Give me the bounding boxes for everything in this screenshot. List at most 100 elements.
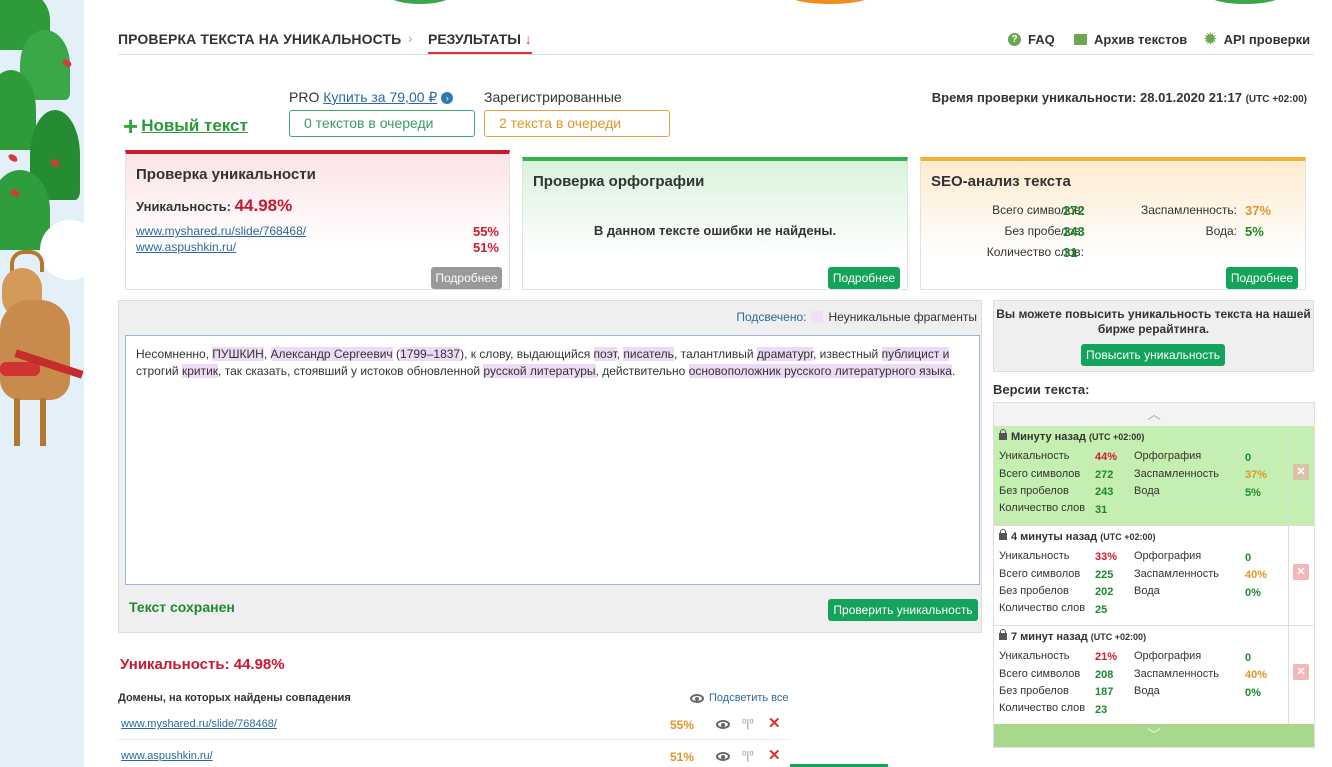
version-label: Вода — [1134, 585, 1160, 597]
domain-row: www.myshared.ru/slide/768468/ 55% ⁰|⁰ ✕ — [118, 710, 790, 740]
spelling-more-button[interactable]: Подробнее — [828, 267, 900, 289]
source-link[interactable]: www.myshared.ru/slide/768468/ — [136, 224, 306, 238]
arrow-right-icon[interactable]: › — [441, 92, 454, 105]
delete-icon[interactable]: ✕ — [1293, 564, 1309, 580]
seo-card-title: SEO-анализ текста — [931, 173, 1071, 190]
highlight-all-link[interactable]: Подсветить все — [690, 692, 789, 704]
version-side: ✕ — [1288, 626, 1314, 725]
seo-card: SEO-анализ текста Всего символов: 272 Бе… — [920, 157, 1306, 290]
highlighted-fragment: писатель — [623, 347, 674, 361]
plus-icon: + — [123, 111, 139, 141]
domain-link[interactable]: www.myshared.ru/slide/768468/ — [121, 718, 277, 730]
version-value: 21% — [1095, 651, 1118, 663]
version-value: 208 — [1095, 669, 1114, 681]
version-value: 187 — [1095, 686, 1114, 698]
pro-label: PRO Купить за 79,00 ₽ › — [289, 89, 454, 106]
text-fragment: , талантливый — [673, 347, 757, 361]
highlighted-fragment: драматург — [756, 347, 814, 361]
gear-icon: ✹ — [1204, 31, 1217, 48]
source-percent: 55% — [472, 224, 499, 239]
source-percent: 51% — [472, 240, 499, 255]
version-value: 44% — [1095, 451, 1118, 463]
new-text-button[interactable]: + Новый текст — [123, 111, 248, 141]
down-arrow-icon: ↓ — [524, 31, 532, 47]
text-fragment: , известный — [813, 347, 882, 361]
domain-link[interactable]: www.aspushkin.ru/ — [121, 750, 213, 762]
uniqueness-value: Уникальность: 44.98% — [136, 196, 293, 215]
version-label: Орфография — [1134, 550, 1202, 562]
pro-queue-box: 0 текстов в очереди — [289, 110, 475, 137]
version-value: 37% — [1245, 469, 1268, 481]
close-icon[interactable]: ✕ — [768, 714, 781, 732]
uniqueness-more-button[interactable]: Подробнее — [431, 267, 502, 289]
version-label: Орфография — [1134, 650, 1202, 662]
version-label: Уникальность — [999, 550, 1070, 562]
spelling-message: В данном тексте ошибки не найдены. — [593, 223, 837, 238]
seo-water-value: 5% — [1245, 224, 1264, 239]
seo-more-button[interactable]: Подробнее — [1226, 267, 1298, 289]
version-label: Всего символов — [999, 468, 1081, 480]
promo-panel: Вы можете повысить уникальность текста н… — [993, 300, 1314, 372]
uniqueness-card-title: Проверка уникальности — [136, 166, 316, 183]
archive-link[interactable]: Архив текстов — [1074, 32, 1187, 47]
seo-water-label: Вода: — [1205, 224, 1237, 238]
eye-icon[interactable] — [716, 717, 730, 732]
version-item[interactable]: 7 минут назад (UTC +02:00) Уникальность … — [994, 626, 1314, 726]
check-uniqueness-button[interactable]: Проверить уникальность — [828, 599, 978, 621]
text-fragment: , — [263, 347, 271, 361]
close-icon[interactable]: ✕ — [768, 746, 781, 764]
breadcrumb-check[interactable]: ПРОВЕРКА ТЕКСТА НА УНИКАЛЬНОСТЬ — [118, 31, 401, 47]
version-value: 243 — [1095, 486, 1114, 498]
text-editor[interactable]: Несомненно, ПУШКИН, Александр Сергеевич … — [125, 335, 980, 585]
version-item[interactable]: Минуту назад (UTC +02:00) Уникальность 4… — [994, 426, 1314, 526]
archive-icon — [1074, 34, 1087, 45]
domain-percent: 51% — [670, 750, 695, 764]
eye-icon[interactable] — [716, 749, 730, 764]
promo-text: Вы можете повысить уникальность текста н… — [996, 307, 1311, 336]
version-label: Без пробелов — [999, 585, 1069, 597]
version-value: 202 — [1095, 586, 1114, 598]
buy-pro-link[interactable]: Купить за 79,00 ₽ — [323, 89, 437, 105]
version-label: Количество слов — [999, 602, 1086, 614]
version-value: 5% — [1245, 487, 1261, 499]
delete-icon[interactable]: ✕ — [1293, 464, 1309, 480]
version-item[interactable]: 4 минуты назад (UTC +02:00) Уникальность… — [994, 526, 1314, 626]
delete-icon[interactable]: ✕ — [1293, 664, 1309, 680]
text-fragment: ), к слову, выдающийся — [460, 347, 594, 361]
faq-link[interactable]: ? FAQ — [1008, 32, 1055, 47]
breadcrumb-results[interactable]: РЕЗУЛЬТАТЫ ↓ — [428, 31, 532, 54]
top-navigation: ПРОВЕРКА ТЕКСТА НА УНИКАЛЬНОСТЬ › РЕЗУЛЬ… — [118, 28, 1314, 55]
registered-queue-box: 2 текста в очереди — [484, 110, 670, 137]
version-header: 4 минуты назад (UTC +02:00) — [999, 529, 1155, 543]
version-value: 225 — [1095, 569, 1114, 581]
seo-words-value: 31 — [1063, 245, 1078, 260]
version-value: 272 — [1095, 469, 1114, 481]
version-label: Количество слов — [999, 702, 1086, 714]
version-value: 33% — [1095, 551, 1118, 563]
highlighted-fragment: ПУШКИН — [212, 347, 264, 361]
boost-uniqueness-button[interactable]: Повысить уникальность — [1081, 344, 1225, 366]
version-value: 40% — [1245, 569, 1268, 581]
version-label: Количество слов — [999, 502, 1086, 514]
chevron-up-icon[interactable]: ︿ — [994, 403, 1314, 426]
seo-spam-value: 37% — [1245, 203, 1272, 218]
version-side: ✕ — [1288, 526, 1314, 625]
spelling-card: Проверка орфографии В данном тексте ошиб… — [522, 157, 908, 290]
seo-total-value: 272 — [1063, 203, 1085, 218]
version-value: 40% — [1245, 669, 1268, 681]
breadcrumb-separator: › — [408, 30, 413, 46]
eye-icon — [690, 693, 704, 703]
version-label: Заспамленность — [1134, 668, 1219, 680]
source-link[interactable]: www.aspushkin.ru/ — [136, 240, 236, 254]
uniqueness-card: Проверка уникальности Уникальность: 44.9… — [125, 150, 510, 290]
api-link[interactable]: ✹ API проверки — [1204, 32, 1310, 47]
chevron-down-icon[interactable]: ﹀ — [994, 724, 1314, 747]
version-label: Заспамленность — [1134, 568, 1219, 580]
version-value: 0% — [1245, 687, 1261, 699]
lock-icon — [999, 429, 1007, 440]
question-icon: ? — [1008, 33, 1021, 46]
compare-icon[interactable]: ⁰|⁰ — [742, 749, 754, 762]
lock-icon — [999, 529, 1007, 540]
compare-icon[interactable]: ⁰|⁰ — [742, 717, 754, 730]
registered-label: Зарегистрированные — [484, 89, 622, 105]
